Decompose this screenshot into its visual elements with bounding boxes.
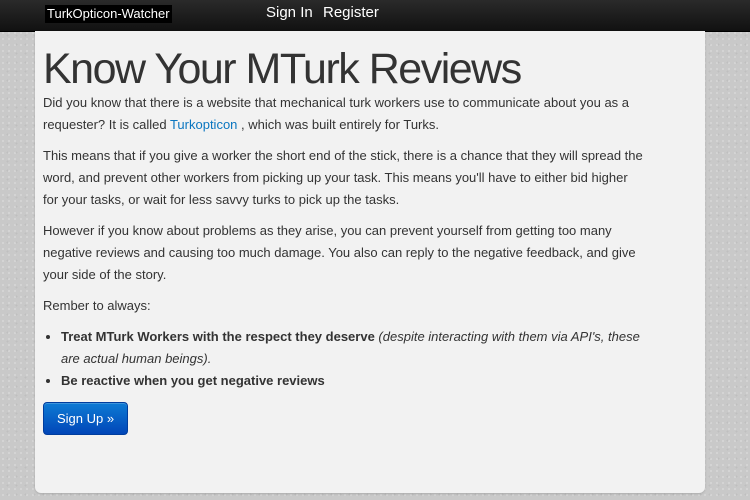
- page-title: Know Your MTurk Reviews: [43, 45, 522, 93]
- nav-register-link[interactable]: Register: [323, 4, 379, 22]
- hero-content: Know Your MTurk Reviews Did you know tha…: [43, 46, 643, 435]
- turkopticon-link[interactable]: Turkopticon: [170, 117, 237, 132]
- list-item-bold: Be reactive when you get negative review…: [61, 373, 325, 388]
- intro-paragraph: Did you know that there is a website tha…: [43, 92, 643, 136]
- top-navbar: TurkOpticon-Watcher Sign In Register: [0, 0, 750, 32]
- brand-link[interactable]: TurkOpticon-Watcher: [45, 5, 172, 23]
- consequence-paragraph: This means that if you give a worker the…: [43, 148, 643, 207]
- list-item: Treat MTurk Workers with the respect the…: [61, 326, 643, 370]
- nav-sign-in-link[interactable]: Sign In: [266, 4, 313, 22]
- reminder-heading: Rember to always:: [43, 298, 151, 313]
- list-item-bold: Treat MTurk Workers with the respect the…: [61, 329, 375, 344]
- sign-up-button[interactable]: Sign Up »: [43, 402, 129, 435]
- benefit-paragraph: However if you know about problems as th…: [43, 223, 636, 282]
- list-item: Be reactive when you get negative review…: [61, 370, 643, 392]
- intro-text-after: , which was built entirely for Turks.: [241, 117, 439, 132]
- reminder-list: Treat MTurk Workers with the respect the…: [43, 326, 643, 392]
